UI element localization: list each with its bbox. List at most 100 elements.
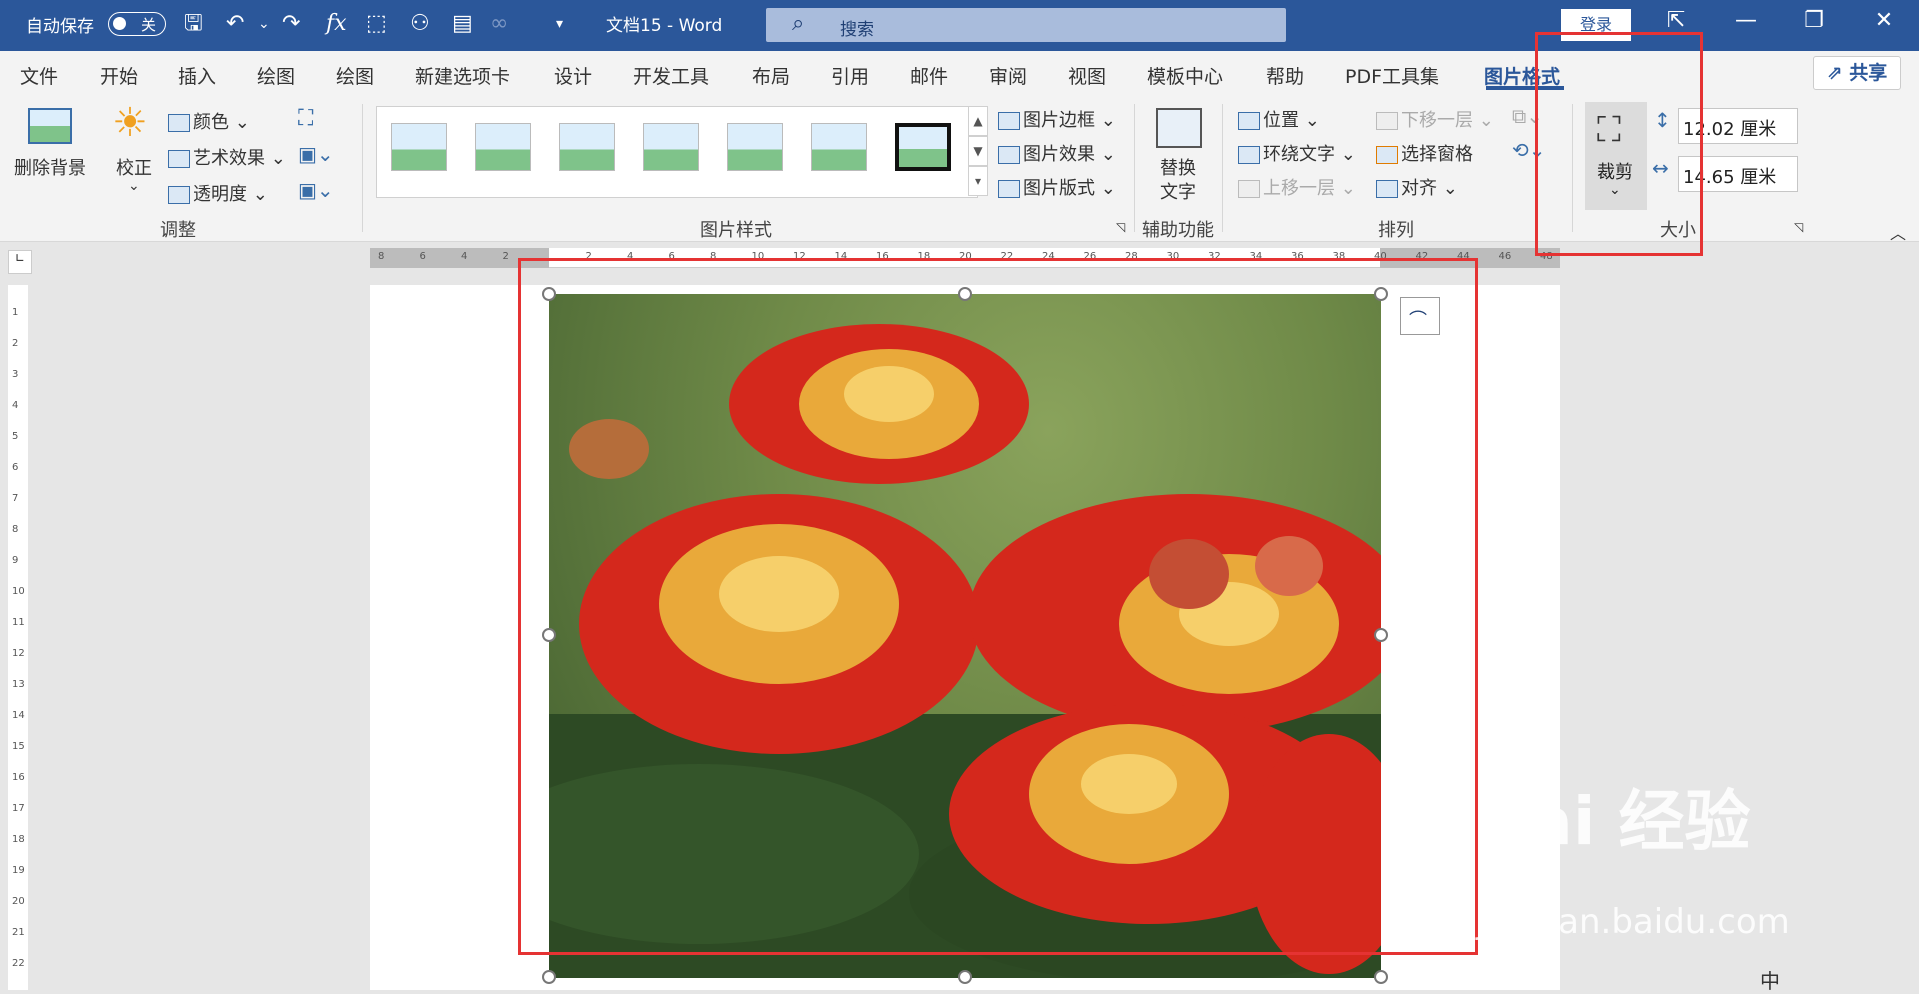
alt-text-button-line2[interactable]: 文字 [1160, 178, 1196, 204]
tab-template-center[interactable]: 模板中心 [1147, 62, 1223, 89]
tab-new-tab[interactable]: 新建选项卡 [415, 62, 510, 89]
artistic-effects-button[interactable]: 艺术效果 ⌄ [168, 144, 286, 170]
doc-export-icon[interactable]: ▤ [452, 10, 473, 38]
gallery-scroll-up-icon[interactable]: ▲ [968, 106, 988, 136]
color-button[interactable]: 颜色 ⌄ [168, 108, 250, 134]
compress-pictures-icon[interactable]: ⛶ [298, 106, 313, 131]
document-background [0, 242, 370, 990]
tab-review[interactable]: 审阅 [989, 62, 1027, 89]
vruler-tick-label: 22 [12, 958, 25, 969]
share-button[interactable]: ⇗ 共享 [1813, 56, 1901, 90]
tab-pdf-tools[interactable]: PDF工具集 [1345, 62, 1439, 89]
change-picture-icon[interactable]: ▣⌄ [298, 142, 334, 166]
vruler-tick-label: 6 [12, 462, 19, 473]
resize-handle-bottom[interactable] [958, 970, 972, 984]
remove-background-button[interactable]: 删除背景 [14, 154, 86, 180]
align-button[interactable]: 对齐 ⌄ [1376, 174, 1458, 200]
toggle-knob [113, 17, 126, 30]
picture-layout-icon [998, 180, 1020, 198]
tab-draw-2[interactable]: 绘图 [336, 62, 374, 89]
formula-icon[interactable]: fx [326, 10, 347, 38]
picture-effects-button[interactable]: 图片效果 ⌄ [998, 140, 1116, 166]
vruler-tick-label: 7 [12, 493, 19, 504]
vruler-tick-label: 5 [12, 431, 19, 442]
minimize-icon[interactable]: — [1726, 8, 1766, 33]
tab-references[interactable]: 引用 [831, 62, 869, 89]
corrections-button[interactable]: 校正 [116, 154, 152, 180]
vruler-tick-label: 4 [12, 400, 19, 411]
transparency-button[interactable]: 透明度 ⌄ [168, 180, 268, 206]
vruler-tick-label: 14 [12, 710, 25, 721]
document-title: 文档15 - Word [606, 16, 723, 36]
picture-layout-button[interactable]: 图片版式 ⌄ [998, 174, 1116, 200]
transparency-label: 透明度 [193, 184, 247, 205]
resize-handle-bottom-left[interactable] [542, 970, 556, 984]
picture-style-thumb[interactable] [475, 123, 531, 171]
baidu-watermark: Bai 经验 [1478, 783, 1751, 860]
search-box[interactable]: ⌕ 搜索 [766, 8, 1286, 42]
gallery-more-icon[interactable]: ▾ [968, 166, 988, 196]
undo-dropdown-icon[interactable]: ⌄ [258, 10, 270, 38]
corrections-dropdown-icon[interactable]: ⌄ [128, 178, 140, 194]
tab-home[interactable]: 开始 [100, 62, 138, 89]
picture-style-thumb[interactable] [391, 123, 447, 171]
tab-view[interactable]: 视图 [1068, 62, 1106, 89]
bring-forward-button[interactable]: 上移一层 ⌄ [1238, 174, 1356, 200]
gallery-scroll-down-icon[interactable]: ▼ [968, 136, 988, 166]
selection-pane-button[interactable]: 选择窗格 [1376, 140, 1473, 166]
tab-layout[interactable]: 布局 [752, 62, 790, 89]
corrections-icon: ☀ [112, 100, 148, 146]
tab-draw[interactable]: 绘图 [257, 62, 295, 89]
undo-icon[interactable]: ↶ [226, 10, 244, 38]
redo-icon[interactable]: ↷ [282, 10, 300, 38]
save-icon[interactable]: 🖫 [184, 10, 203, 38]
close-icon[interactable]: ✕ [1864, 8, 1904, 33]
alt-text-icon [1156, 108, 1202, 148]
org-chart-icon[interactable]: ⚇ [410, 10, 430, 38]
picture-style-thumb[interactable] [643, 123, 699, 171]
tab-design[interactable]: 设计 [554, 62, 592, 89]
collapse-ribbon-icon[interactable]: ︿ [1890, 220, 1906, 244]
vruler-tick-label: 20 [12, 896, 25, 907]
restore-icon[interactable]: ❐ [1794, 8, 1834, 33]
position-button[interactable]: 位置 ⌄ [1238, 106, 1320, 132]
tab-help[interactable]: 帮助 [1266, 62, 1304, 89]
ribbon-display-icon[interactable]: ⇱ [1656, 8, 1696, 33]
tab-developer[interactable]: 开发工具 [633, 62, 709, 89]
vruler-tick-label: 9 [12, 555, 19, 566]
vruler-tick-label: 3 [12, 369, 19, 380]
picture-style-thumb[interactable] [895, 123, 951, 171]
vruler-tick-label: 10 [12, 586, 25, 597]
vruler-tick-label: 13 [12, 679, 25, 690]
bring-forward-icon [1238, 180, 1260, 198]
tab-insert[interactable]: 插入 [178, 62, 216, 89]
select-icon[interactable]: ⬚ [366, 10, 387, 38]
resize-handle-bottom-right[interactable] [1374, 970, 1388, 984]
vruler-tick-label: 15 [12, 741, 25, 752]
size-dialog-launcher-icon[interactable]: ◹ [1794, 220, 1803, 234]
vruler-tick-label: 21 [12, 927, 25, 938]
reset-picture-icon[interactable]: ▣⌄ [298, 178, 334, 202]
annotation-box-image [518, 258, 1478, 955]
send-backward-button[interactable]: 下移一层 ⌄ [1376, 106, 1494, 132]
remove-background-icon [28, 108, 72, 144]
vruler-tick-label: 12 [12, 648, 25, 659]
dialog-launcher-icon[interactable]: ◹ [1116, 220, 1125, 234]
vruler-tick-label: 18 [12, 834, 25, 845]
vertical-ruler[interactable]: 1 2 3 4 5 6 7 8 9 10 11 12 13 14 15 16 17 18 19 20 21 22 [8, 285, 28, 990]
picture-style-thumb[interactable] [727, 123, 783, 171]
autosave-toggle[interactable]: 关 [108, 12, 166, 36]
link-icon: ∞ [490, 11, 509, 36]
tab-mailings[interactable]: 邮件 [910, 62, 948, 89]
picture-style-thumb[interactable] [559, 123, 615, 171]
tab-selector-icon[interactable]: ∟ [8, 250, 32, 274]
ruler-tick-label: 4 [461, 251, 468, 262]
customize-icon[interactable]: ▾ [556, 10, 563, 38]
vruler-tick-label: 1 [12, 307, 19, 318]
alt-text-button-line1[interactable]: 替换 [1160, 154, 1196, 180]
accessibility-group-label: 辅助功能 [1142, 220, 1214, 241]
picture-style-thumb[interactable] [811, 123, 867, 171]
wrap-text-button[interactable]: 环绕文字 ⌄ [1238, 140, 1356, 166]
picture-border-button[interactable]: 图片边框 ⌄ [998, 106, 1116, 132]
tab-file[interactable]: 文件 [20, 62, 58, 89]
